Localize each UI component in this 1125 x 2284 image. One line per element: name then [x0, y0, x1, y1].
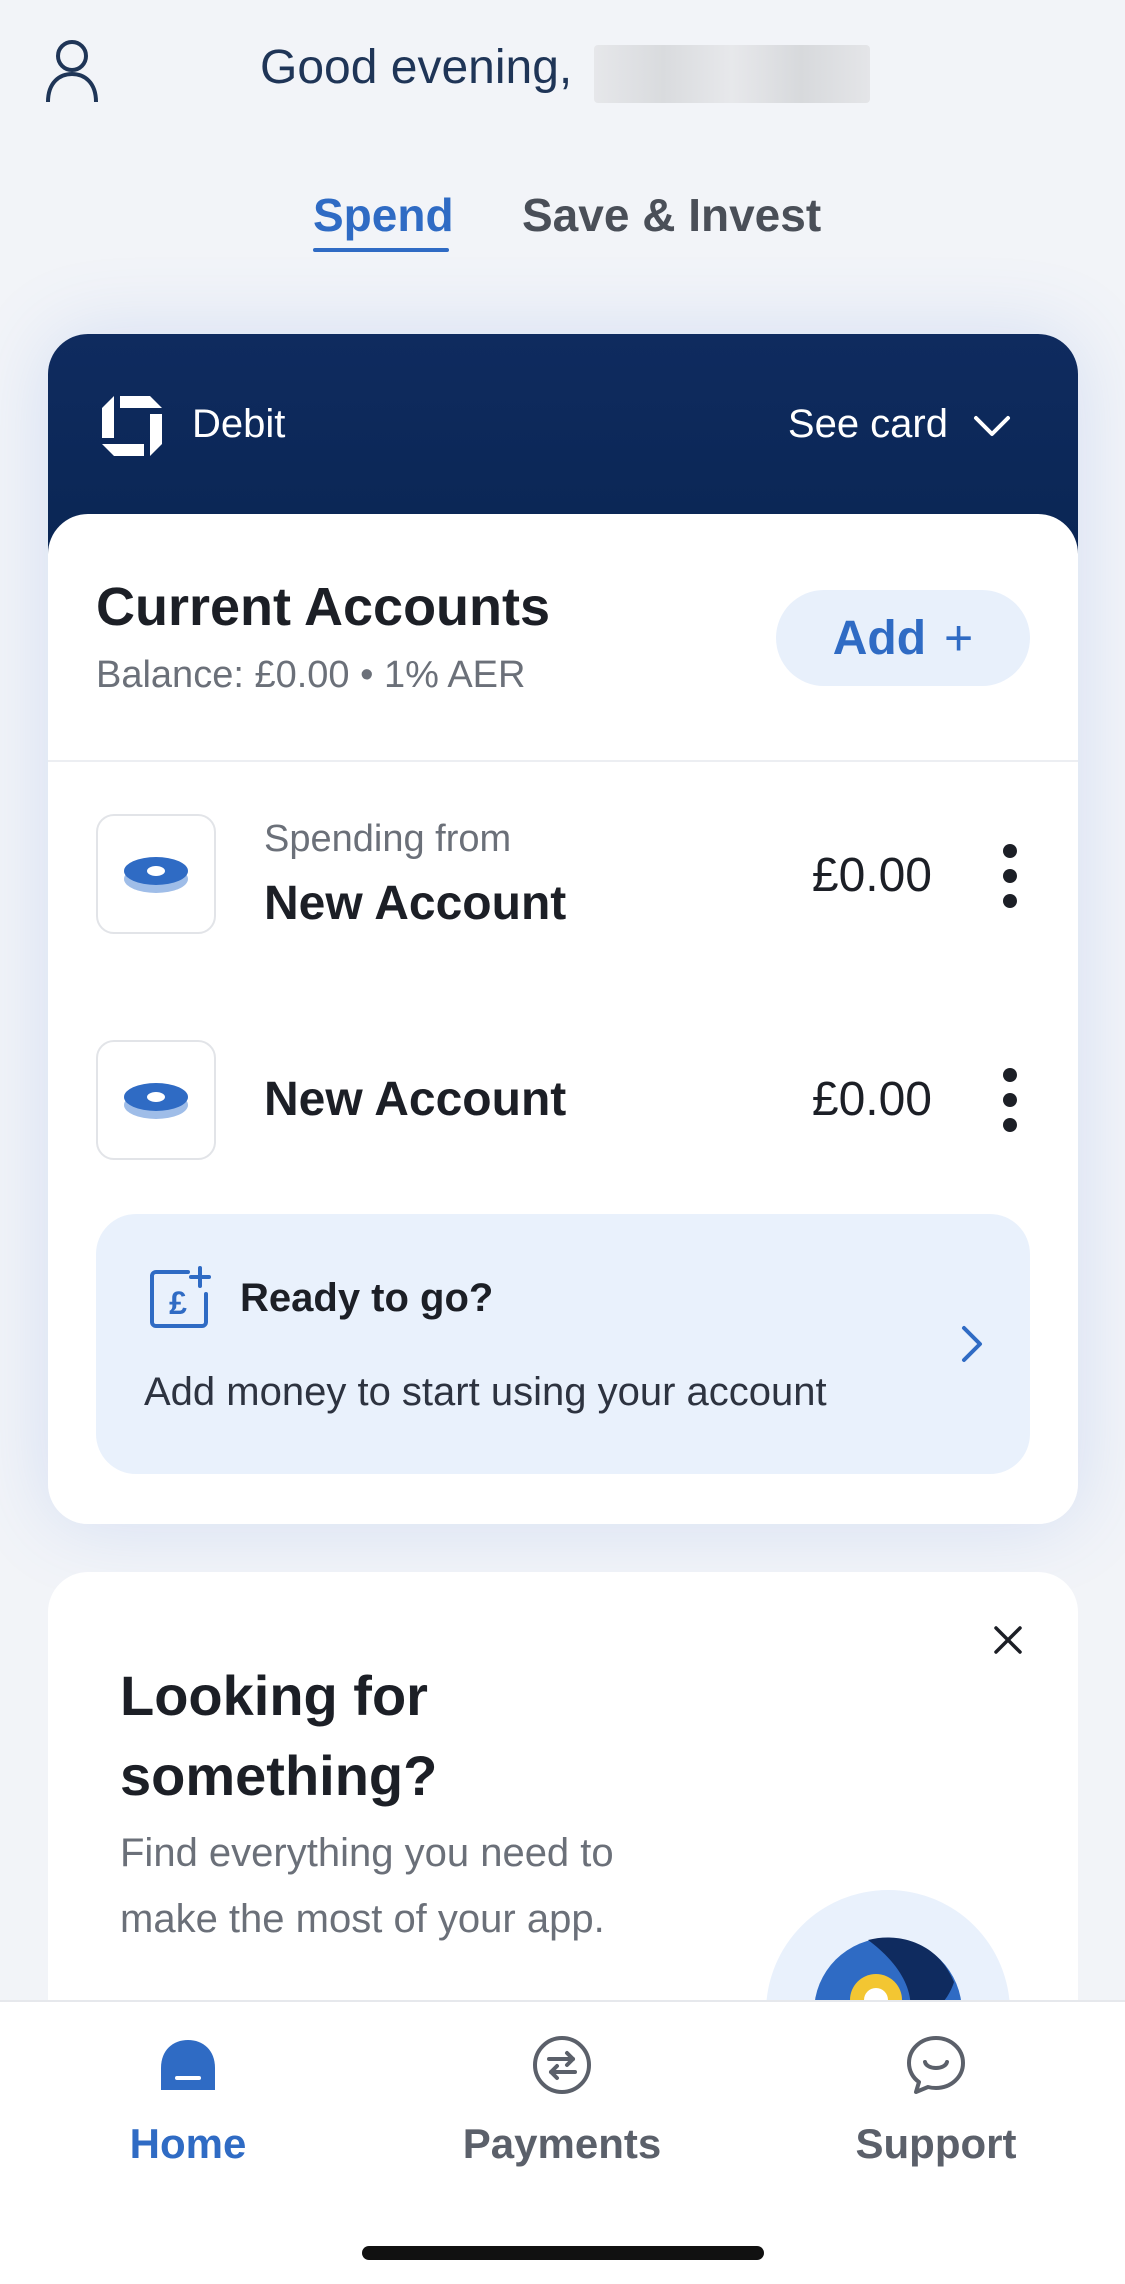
- tab-spend[interactable]: Spend: [313, 188, 454, 242]
- account-name: New Account: [264, 1073, 567, 1126]
- account-row[interactable]: New Account £0.00: [48, 1040, 1078, 1170]
- home-indicator[interactable]: [362, 2246, 764, 2260]
- coin-stack-icon: [124, 1083, 188, 1119]
- payments-icon: [533, 2036, 591, 2094]
- chevron-right-icon: [962, 1326, 982, 1362]
- see-card-button[interactable]: See card: [788, 402, 948, 447]
- looking-description: Find everything you need to make the mos…: [120, 1831, 614, 1941]
- accounts-card: Debit See card Current Accounts Balance:…: [48, 334, 1078, 1524]
- tab-save-invest[interactable]: Save & Invest: [522, 188, 821, 242]
- add-money-icon: £: [150, 1266, 211, 1328]
- top-tabs: Spend Save & Invest: [0, 188, 1125, 268]
- account-row[interactable]: Spending from New Account £0.00: [48, 814, 1078, 944]
- card-type-label: Debit: [192, 402, 286, 446]
- close-icon[interactable]: [992, 1624, 1024, 1656]
- looking-title: Looking for something?: [120, 1664, 438, 1807]
- home-icon: [161, 2040, 215, 2090]
- account-icon: [96, 814, 216, 934]
- more-options-icon[interactable]: [1000, 844, 1020, 908]
- nav-home-label: Home: [129, 2120, 247, 2167]
- divider: [48, 760, 1078, 762]
- nav-support[interactable]: Support: [806, 2032, 1066, 2168]
- support-icon: [907, 2036, 965, 2094]
- ready-to-go-banner[interactable]: £ Ready to go? Add money to start using …: [96, 1214, 1030, 1474]
- account-balance: £0.00: [811, 849, 932, 902]
- chevron-down-icon[interactable]: [972, 412, 1012, 440]
- plus-icon: +: [944, 610, 974, 666]
- profile-icon[interactable]: [44, 36, 100, 106]
- home-screen: Good evening, Spend Save & Invest Debit …: [0, 0, 1125, 2284]
- account-name: New Account: [264, 877, 567, 930]
- nav-support-label: Support: [855, 2120, 1017, 2167]
- nav-payments[interactable]: Payments: [432, 2032, 692, 2168]
- account-icon: [96, 1040, 216, 1160]
- add-label: Add: [832, 611, 927, 665]
- coin-stack-icon: [124, 857, 188, 893]
- account-balance: £0.00: [811, 1073, 932, 1126]
- section-title: Current Accounts: [96, 577, 551, 637]
- greeting-text: Good evening,: [260, 41, 573, 94]
- header: Good evening,: [0, 0, 1125, 150]
- nav-payments-label: Payments: [462, 2120, 662, 2167]
- looking-for-something-card[interactable]: Looking for something? Find everything y…: [48, 1572, 1078, 2032]
- ready-description: Add money to start using your account: [144, 1370, 827, 1414]
- balance-summary: Balance: £0.00 • 1% AER: [96, 654, 526, 696]
- more-options-icon[interactable]: [1000, 1068, 1020, 1132]
- account-sublabel: Spending from: [264, 818, 512, 860]
- redacted-name: [594, 45, 870, 103]
- active-tab-indicator: [313, 248, 449, 252]
- ready-title: Ready to go?: [240, 1276, 494, 1320]
- current-accounts-panel: Current Accounts Balance: £0.00 • 1% AER…: [48, 514, 1078, 1524]
- svg-text:£: £: [169, 1285, 187, 1321]
- chase-logo-icon: [102, 396, 162, 456]
- bottom-navigation: Home Payments Support: [0, 2000, 1125, 2284]
- nav-home[interactable]: Home: [58, 2032, 318, 2168]
- add-account-button[interactable]: Add +: [776, 590, 1030, 686]
